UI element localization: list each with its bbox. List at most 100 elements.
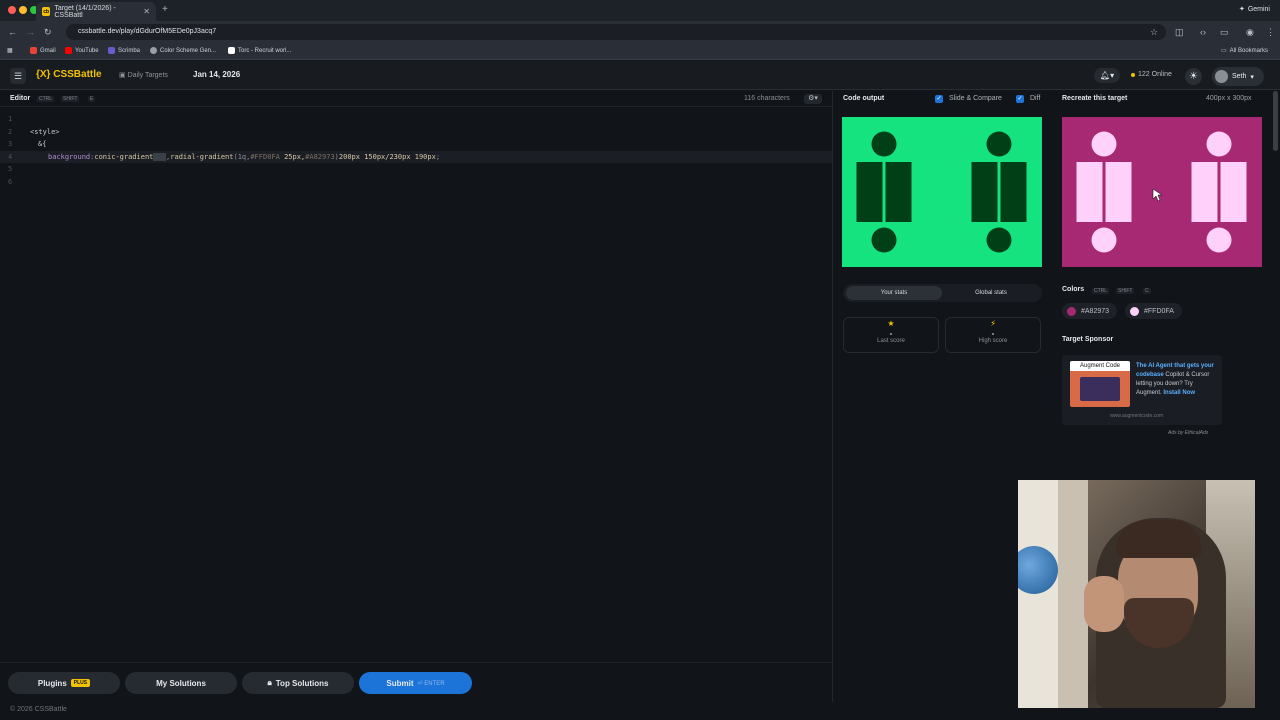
editor-title: Editor xyxy=(10,95,31,102)
tab-title: Target (14/1/2026) - CSSBattl xyxy=(54,4,116,19)
devtools-icon[interactable]: ‹› xyxy=(1200,27,1206,37)
colors-title: Colors xyxy=(1062,286,1085,293)
bookmark-youtube[interactable]: YouTube xyxy=(65,47,99,54)
lock-icon: 🔒︎ xyxy=(267,678,272,687)
minimize-window-icon[interactable] xyxy=(19,6,27,14)
high-score-card: ⚡︎ - High score xyxy=(945,317,1041,353)
browser-tab[interactable]: cb Target (14/1/2026) - CSSBattl ✕ xyxy=(36,2,156,21)
code-line: 3 &{ xyxy=(8,140,47,149)
favicon-icon: cb xyxy=(42,7,51,16)
plugins-button[interactable]: Plugins PLUS xyxy=(8,672,120,694)
reload-icon[interactable]: ↻ xyxy=(44,27,52,38)
gemini-button[interactable]: ✦ Gemini xyxy=(1238,5,1270,14)
menu-kebab-icon[interactable]: ⋮ xyxy=(1266,27,1275,38)
panel-divider[interactable] xyxy=(832,91,833,702)
online-count: 122 Online xyxy=(1131,71,1172,78)
high-score-label: High score xyxy=(978,338,1008,344)
target-title: Recreate this target xyxy=(1062,95,1128,102)
theme-toggle-icon[interactable]: ☀ xyxy=(1185,68,1202,85)
sparkle-icon: ✦ xyxy=(1238,6,1245,13)
selection-highlight: ( ) xyxy=(153,152,167,161)
code-output-preview[interactable] xyxy=(842,117,1042,267)
notifications-bell-icon[interactable]: 🔔︎▾ xyxy=(1094,68,1120,83)
ethical-ads-label[interactable]: Ads by EthicalAds xyxy=(1168,430,1208,436)
shape-circle xyxy=(871,227,897,253)
code-area[interactable]: 1 2 <style> 3 &{ 4 background:conic-gradie… xyxy=(0,113,832,189)
shortcut-key: C xyxy=(1143,288,1151,294)
apps-grid-icon[interactable]: ▦ xyxy=(7,47,13,54)
my-solutions-button[interactable]: My Solutions xyxy=(125,672,237,694)
daily-targets-link[interactable]: ▣ Daily Targets xyxy=(119,71,168,79)
shape-pillar xyxy=(1220,162,1247,222)
ad-url: www.augmentcode.com xyxy=(1110,413,1164,419)
color-swatch-secondary[interactable]: #FFD0FA xyxy=(1125,303,1182,319)
new-tab-icon[interactable]: + xyxy=(162,4,168,15)
person-hand xyxy=(1084,576,1124,632)
browser-tab-bar: cb Target (14/1/2026) - CSSBattl ✕ + ✦ G… xyxy=(0,0,1280,21)
star-icon: ★ xyxy=(887,319,895,328)
shape-circle xyxy=(1206,227,1232,253)
sponsor-ad[interactable]: Augment Code The AI Agent that gets your… xyxy=(1062,355,1222,425)
shape-circle xyxy=(1091,131,1117,157)
shape-circle xyxy=(986,131,1012,157)
bookmark-color-scheme[interactable]: Color Scheme Gen... xyxy=(150,47,216,54)
target-size: 400px x 300px xyxy=(1206,95,1252,102)
webcam-overlay xyxy=(1018,480,1255,708)
shortcut-key: CTRL xyxy=(37,96,55,102)
online-dot-icon xyxy=(1131,72,1135,77)
stats-tabs: Your stats Global stats xyxy=(843,284,1042,302)
target-canvas xyxy=(1062,117,1262,267)
settings-gear-icon[interactable]: ⚙▾ xyxy=(804,94,822,104)
editor-panel: Editor CTRL SHIFT E 116 characters ⚙▾ 1 … xyxy=(0,91,832,662)
shape-circle xyxy=(1206,131,1232,157)
code-line: 6 xyxy=(8,177,13,186)
code-output-title: Code output xyxy=(843,95,885,102)
last-score-label: Last score xyxy=(877,338,905,344)
shape-pillar xyxy=(1000,162,1027,222)
high-score-value: - xyxy=(991,329,995,338)
shortcut-key: SHIFT xyxy=(61,96,80,102)
target-preview[interactable] xyxy=(1062,117,1262,267)
bookmark-gmail[interactable]: Gmail xyxy=(30,47,56,54)
menu-icon[interactable]: ☰ xyxy=(10,68,26,84)
last-score-value: - xyxy=(889,329,893,338)
ad-cta[interactable]: Install Now xyxy=(1163,390,1195,396)
shape-circle xyxy=(1091,227,1117,253)
close-window-icon[interactable] xyxy=(8,6,16,14)
cast-icon[interactable]: ▭ xyxy=(1220,27,1229,38)
slide-compare-checkbox[interactable]: ✓ xyxy=(935,95,943,103)
bookmarks-bar: ▦ Gmail YouTube Scrimba Color Scheme Gen… xyxy=(0,43,1280,60)
ad-image: Augment Code xyxy=(1070,361,1130,407)
url-input[interactable]: cssbattle.dev/play/dGdurOfM5EDe0pJ3acq7 xyxy=(66,24,1166,40)
globe-icon xyxy=(150,47,157,54)
avatar xyxy=(1215,70,1228,83)
torc-icon xyxy=(228,47,235,54)
tab-global-stats[interactable]: Global stats xyxy=(943,286,1039,300)
tab-your-stats[interactable]: Your stats xyxy=(846,286,942,300)
ad-image-title: Augment Code xyxy=(1070,361,1130,371)
top-solutions-button[interactable]: 🔒︎ Top Solutions xyxy=(242,672,354,694)
slide-compare-label: Slide & Compare xyxy=(949,95,1002,102)
color-swatch-primary[interactable]: #A82973 xyxy=(1062,303,1118,319)
all-bookmarks[interactable]: ▭ All Bookmarks xyxy=(1221,47,1268,55)
bookmark-star-icon[interactable]: ☆ xyxy=(1150,27,1158,38)
diff-checkbox[interactable]: ✓ xyxy=(1016,95,1024,103)
address-bar-row: ← → ↻ cssbattle.dev/play/dGdurOfM5EDe0pJ… xyxy=(0,21,1280,43)
user-menu[interactable]: Seth ▾ xyxy=(1212,67,1264,86)
bookmark-scrimba[interactable]: Scrimba xyxy=(108,47,140,54)
close-tab-icon[interactable]: ✕ xyxy=(143,7,150,16)
bookmark-torc[interactable]: Torc - Recruit worl... xyxy=(228,47,291,54)
back-icon[interactable]: ← xyxy=(8,27,17,37)
submit-button[interactable]: Submit ⏎ ENTER xyxy=(359,672,472,694)
extension-icon[interactable]: ◫ xyxy=(1175,27,1184,38)
sponsor-title: Target Sponsor xyxy=(1062,336,1114,343)
code-line-active: 4 background:conic-gradient( ),radial-gr… xyxy=(0,150,832,164)
shape-circle xyxy=(986,227,1012,253)
ad-copy: The AI Agent that gets your codebase Cop… xyxy=(1136,363,1214,396)
editor-header: Editor CTRL SHIFT E 116 characters ⚙▾ xyxy=(0,91,832,107)
profile-icon[interactable]: ◉ xyxy=(1246,27,1254,38)
forward-icon[interactable]: → xyxy=(26,27,35,37)
code-line: 1 xyxy=(8,115,13,123)
page-scrollbar[interactable] xyxy=(1273,91,1278,151)
cssbattle-logo[interactable]: {X} CSSBattle xyxy=(36,69,102,80)
